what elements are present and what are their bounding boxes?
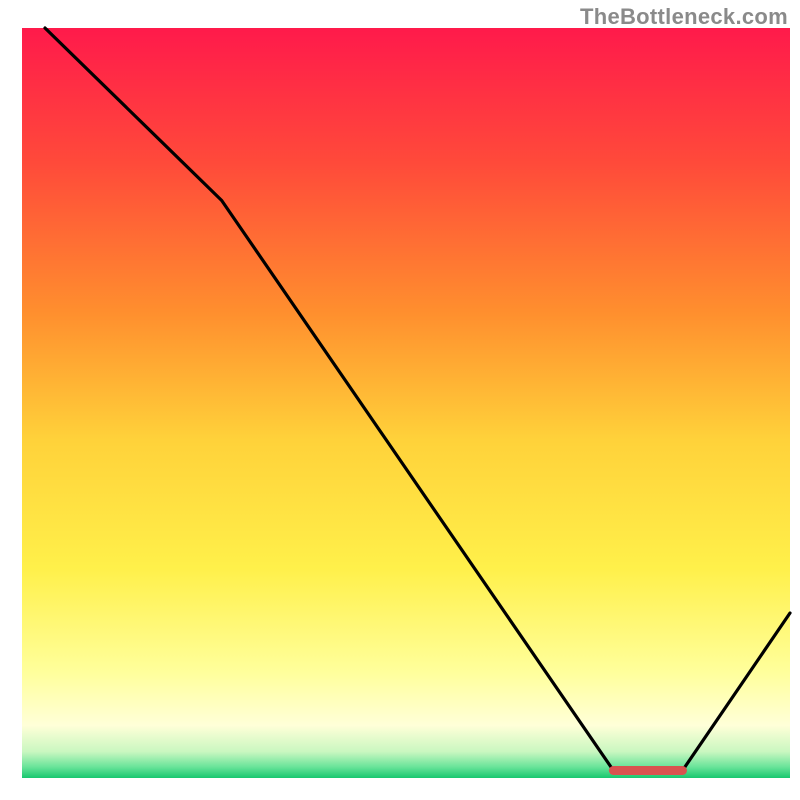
bottleneck-chart	[0, 0, 800, 800]
chart-stage: TheBottleneck.com	[0, 0, 800, 800]
plot-background	[22, 28, 790, 778]
